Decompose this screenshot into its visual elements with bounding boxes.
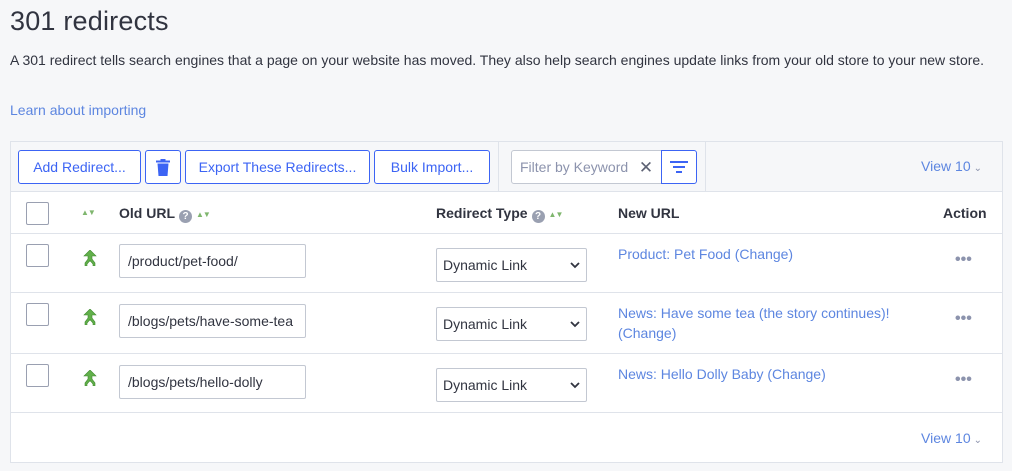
move-icon[interactable] xyxy=(83,309,97,325)
redirect-type-value: Dynamic Link xyxy=(443,257,528,273)
clear-icon[interactable]: ✕ xyxy=(636,158,656,178)
view-count-label: View 10 xyxy=(921,158,971,174)
new-url-link[interactable]: News: Have some tea (the story continues… xyxy=(618,303,908,343)
column-header-label: Redirect Type xyxy=(436,205,528,221)
column-header-label: Old URL xyxy=(119,205,175,221)
move-icon[interactable] xyxy=(83,370,97,386)
new-url-link[interactable]: Product: Pet Food (Change) xyxy=(618,244,908,264)
filter-box: ✕ xyxy=(511,150,697,184)
old-url-input[interactable] xyxy=(119,304,306,338)
redirect-type-value: Dynamic Link xyxy=(443,377,528,393)
move-icon[interactable] xyxy=(83,250,97,266)
view-count-label: View 10 xyxy=(921,430,971,446)
chevron-down-icon xyxy=(570,261,580,268)
row-checkbox[interactable] xyxy=(26,244,49,267)
sort-arrows-icon[interactable]: ▲▼ xyxy=(81,208,96,217)
column-header-redirect-type[interactable]: Redirect Type? ▲▼ xyxy=(436,205,564,223)
chevron-down-icon: ⌄ xyxy=(973,163,982,174)
bulk-import-button[interactable]: Bulk Import... xyxy=(374,150,490,184)
redirect-type-value: Dynamic Link xyxy=(443,316,528,332)
redirect-type-select[interactable]: Dynamic Link xyxy=(436,307,587,341)
more-actions-icon[interactable]: ••• xyxy=(955,371,972,389)
new-url-link[interactable]: News: Hello Dolly Baby (Change) xyxy=(618,364,908,384)
toolbar-divider xyxy=(705,142,706,191)
add-redirect-button[interactable]: Add Redirect... xyxy=(18,150,141,184)
view-count-select-top[interactable]: View 10 ⌄ xyxy=(921,158,982,174)
table-row: Dynamic Link Product: Pet Food (Change) … xyxy=(11,234,1002,293)
select-all-checkbox[interactable] xyxy=(26,202,49,225)
sort-arrows-icon[interactable]: ▲▼ xyxy=(549,210,564,219)
filter-icon xyxy=(670,161,688,173)
view-count-select-bottom[interactable]: View 10 ⌄ xyxy=(921,430,982,446)
redirect-type-select[interactable]: Dynamic Link xyxy=(436,368,587,402)
chevron-down-icon xyxy=(570,320,580,327)
chevron-down-icon: ⌄ xyxy=(973,435,982,446)
column-header-action: Action xyxy=(943,205,987,221)
delete-button[interactable] xyxy=(145,150,181,184)
column-header-old-url[interactable]: Old URL? ▲▼ xyxy=(119,205,211,223)
page-title: 301 redirects xyxy=(10,6,169,36)
row-checkbox[interactable] xyxy=(26,303,49,326)
toolbar-divider xyxy=(498,142,499,191)
column-header-new-url: New URL xyxy=(618,205,680,221)
export-redirects-button[interactable]: Export These Redirects... xyxy=(185,150,370,184)
help-icon[interactable]: ? xyxy=(179,210,192,223)
trash-icon xyxy=(156,158,170,176)
filter-button[interactable] xyxy=(661,150,697,184)
redirects-panel: Add Redirect... Export These Redirects..… xyxy=(10,141,1003,463)
page-description: A 301 redirect tells search engines that… xyxy=(10,52,985,68)
old-url-input[interactable] xyxy=(119,365,306,399)
chevron-down-icon xyxy=(570,381,580,388)
table-row: Dynamic Link News: Hello Dolly Baby (Cha… xyxy=(11,354,1002,413)
more-actions-icon[interactable]: ••• xyxy=(955,251,972,269)
row-checkbox[interactable] xyxy=(26,364,49,387)
more-actions-icon[interactable]: ••• xyxy=(955,310,972,328)
learn-about-importing-link[interactable]: Learn about importing xyxy=(10,102,146,118)
help-icon[interactable]: ? xyxy=(531,210,545,223)
table-row: Dynamic Link News: Have some tea (the st… xyxy=(11,293,1002,354)
toolbar: Add Redirect... Export These Redirects..… xyxy=(11,142,1002,192)
sort-arrows-icon[interactable]: ▲▼ xyxy=(196,210,211,219)
redirect-type-select[interactable]: Dynamic Link xyxy=(436,248,587,282)
old-url-input[interactable] xyxy=(119,244,306,278)
table-header: ▲▼ Old URL? ▲▼ Redirect Type? ▲▼ New URL A… xyxy=(11,192,1002,234)
